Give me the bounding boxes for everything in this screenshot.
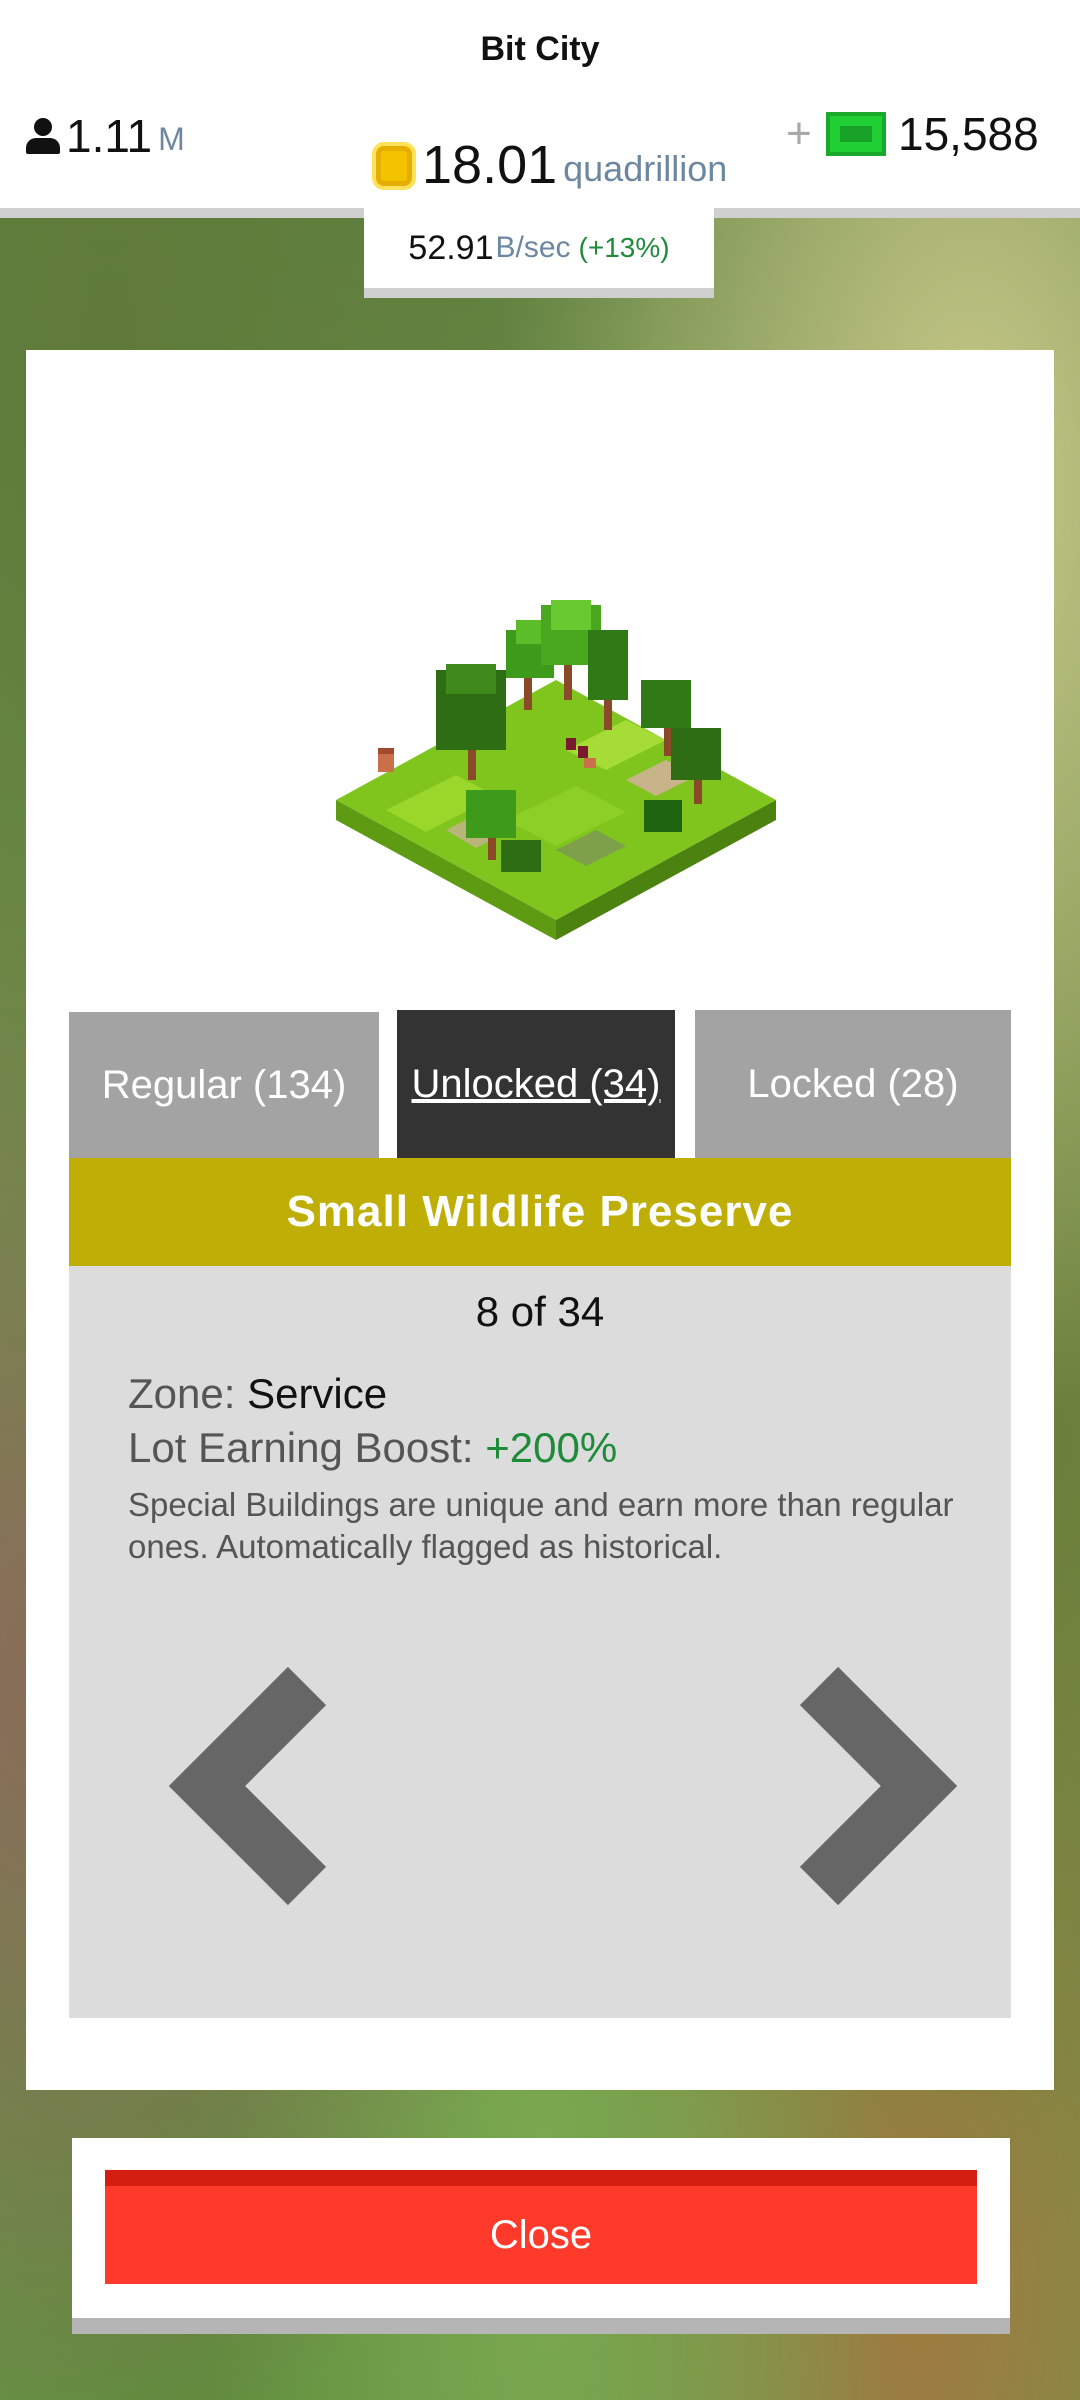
building-counter: 8 of 34 — [475, 1288, 605, 1335]
coin-icon — [372, 142, 416, 190]
bux-cash-icon — [826, 112, 886, 156]
population-unit: M — [158, 121, 185, 157]
tab-regular[interactable]: Regular (134) — [69, 1012, 379, 1158]
close-button[interactable]: Close — [105, 2170, 977, 2284]
tab-locked[interactable]: Locked (28) — [695, 1010, 1011, 1158]
top-bar: Bit City 1.11 M 18.01 quadrillion + 15,5… — [0, 0, 1080, 218]
app-title: Bit City — [480, 30, 600, 68]
rate-unit: B/sec — [495, 231, 571, 264]
bux-value: 15,588 — [898, 108, 1039, 160]
building-preview-image — [336, 600, 776, 940]
rate-bonus: (+13%) — [578, 232, 670, 263]
coin-value: 18.01 — [422, 135, 558, 195]
boost-label: Lot Earning Boost: — [128, 1424, 486, 1471]
population-counter: 1.11 M — [26, 108, 185, 164]
person-icon — [26, 116, 60, 156]
tab-unlocked[interactable]: Unlocked (34) — [397, 1010, 675, 1158]
coin-counter: 18.01 quadrillion — [372, 130, 727, 196]
boost-info: Lot Earning Boost: +200% — [128, 1424, 617, 1472]
building-description: Special Buildings are unique and earn mo… — [128, 1486, 954, 1565]
zone-value: Service — [247, 1370, 388, 1417]
zone-info: Zone: Service — [128, 1370, 387, 1418]
building-category-tabs: Regular (134) Unlocked (34) Locked (28) — [69, 1010, 1011, 1158]
bux-counter: + 15,588 — [784, 104, 1039, 164]
income-rate: 52.91 B/sec (+13%) — [364, 208, 714, 298]
close-panel: Close — [72, 2138, 1010, 2334]
rate-value: 52.91 — [408, 228, 494, 267]
coin-unit: quadrillion — [563, 148, 728, 189]
zone-label: Zone: — [128, 1370, 248, 1417]
building-name: Small Wildlife Preserve — [69, 1158, 1011, 1266]
plus-icon[interactable]: + — [784, 109, 814, 159]
population-value: 1.11 — [66, 110, 153, 162]
building-details-panel: 8 of 34 Zone: Service Lot Earning Boost:… — [69, 1266, 1011, 2018]
boost-value: +200% — [485, 1424, 618, 1471]
previous-arrow-icon[interactable] — [157, 1666, 347, 1906]
building-info-modal: Regular (134) Unlocked (34) Locked (28) … — [26, 350, 1054, 2090]
next-arrow-icon[interactable] — [779, 1666, 969, 1906]
